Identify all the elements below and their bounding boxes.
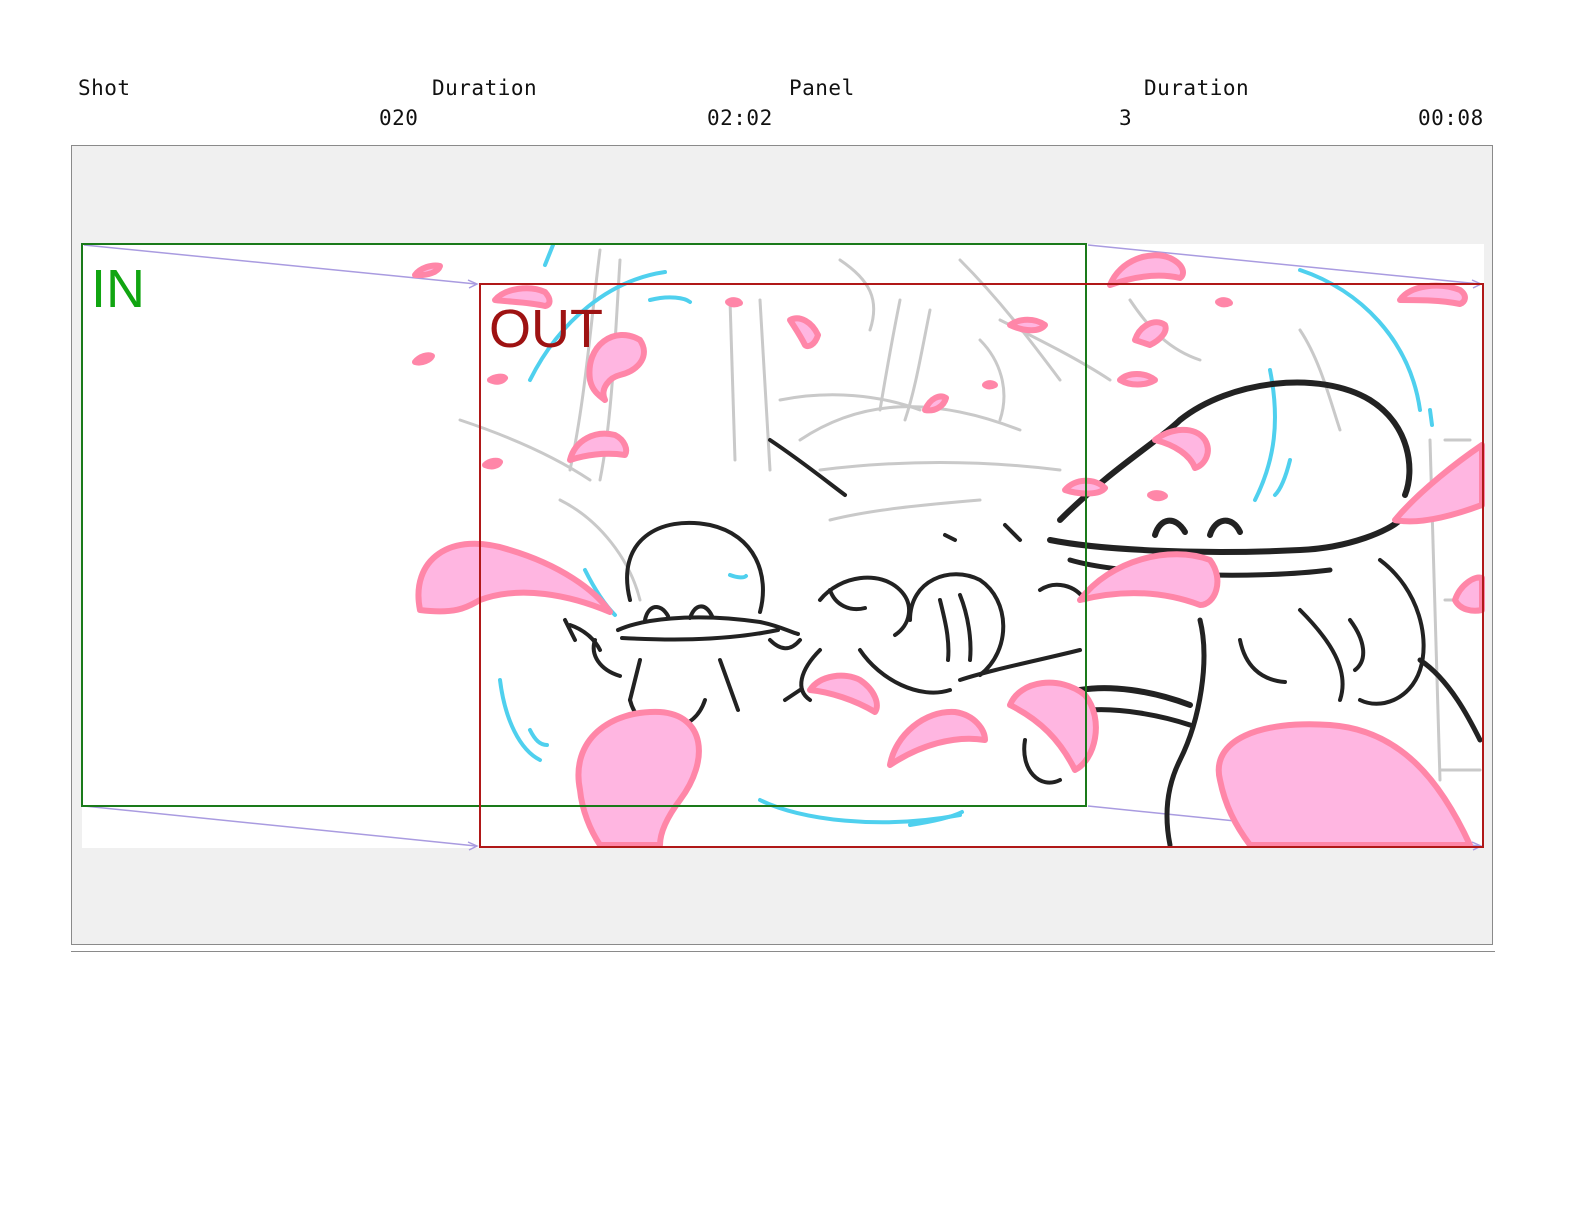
storyboard-drawing xyxy=(81,243,1485,851)
panel-divider xyxy=(71,951,1495,952)
out-frame-label: OUT xyxy=(489,299,603,359)
in-frame-label: IN xyxy=(91,259,145,319)
